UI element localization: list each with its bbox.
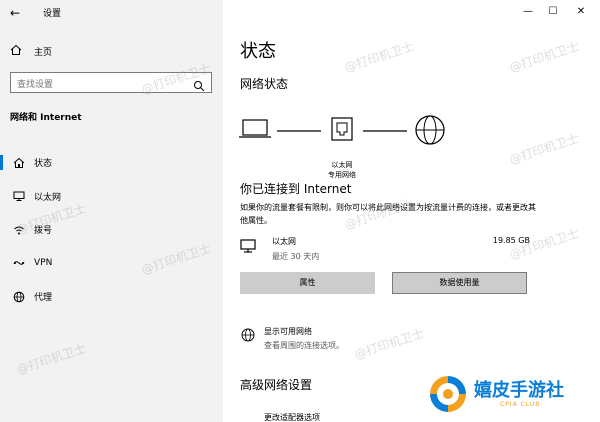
back-arrow-icon[interactable]: ← [10, 6, 20, 20]
globe-icon [415, 115, 445, 145]
sidebar-item-label: 状态 [34, 159, 53, 170]
connected-title: 你已连接到 Internet [240, 182, 352, 196]
network-status-heading: 网络状态 [240, 77, 289, 91]
sidebar: ← 设置 主页 查找设置 网络和 Internet 状态 以太网 拨号 VPN … [0, 0, 223, 422]
sidebar-item-ethernet[interactable]: 以太网 [0, 180, 223, 214]
diagram-caption: 以太网 专用网络 [317, 160, 367, 180]
logo-swirl-icon [430, 376, 466, 412]
watermark: @打印机卫士 [342, 39, 416, 75]
home-icon [10, 44, 24, 59]
connected-description: 如果你的流量套餐有限制，则你可以将此网络设置为按流量计费的连接，或者更改其他属性… [240, 203, 536, 225]
watermark: @打印机卫士 [14, 341, 88, 377]
sidebar-item-vpn[interactable]: VPN [0, 247, 223, 281]
page-title: 状态 [240, 41, 276, 62]
ethernet-port-icon [331, 117, 353, 141]
sidebar-item-label: 以太网 [34, 192, 62, 203]
ethernet-monitor-icon [12, 189, 26, 203]
usage-period: 最近 30 天内 [272, 252, 320, 261]
search-input[interactable]: 查找设置 [10, 72, 212, 93]
globe-icon [12, 290, 26, 304]
sidebar-item-label: 主页 [34, 48, 53, 58]
data-usage-value: 19.85 GB [492, 236, 530, 245]
window-title: 设置 [43, 9, 62, 19]
sidebar-item-label: VPN [34, 258, 53, 269]
maximize-icon[interactable]: ☐ [541, 4, 565, 18]
logo-brand-text: 嬉皮手游社 [474, 380, 564, 401]
laptop-icon [239, 119, 271, 138]
brand-logo: 嬉皮手游社 CPIA CLUB [424, 370, 580, 418]
logo-sub-text: CPIA CLUB [500, 401, 541, 408]
network-globe-icon [240, 327, 256, 343]
available-networks-title: 显示可用网络 [264, 327, 312, 336]
watermark: @打印机卫士 [352, 326, 426, 362]
search-placeholder: 查找设置 [17, 80, 54, 90]
sidebar-item-label: 拨号 [34, 226, 53, 237]
properties-button[interactable]: 属性 [240, 272, 375, 294]
available-networks-desc: 查看周围的连接选项。 [264, 341, 344, 350]
sidebar-item-label: 代理 [34, 293, 53, 304]
data-usage-button[interactable]: 数据使用量 [392, 272, 527, 294]
ethernet-name: 以太网 [272, 237, 296, 246]
home-network-icon [12, 156, 26, 170]
ethernet-usage-row: 以太网 最近 30 天内 19.85 GB [240, 236, 530, 264]
dialup-icon [12, 223, 26, 237]
vpn-icon [12, 256, 26, 270]
sidebar-item-dialup[interactable]: 拨号 [0, 213, 223, 247]
sidebar-item-status[interactable]: 状态 [0, 146, 223, 180]
minimize-icon[interactable]: — [516, 4, 540, 18]
main-panel: — ☐ ✕ 状态 网络状态 以太网 专用网络 你已连接到 Internet 如果… [223, 0, 600, 422]
change-adapter-label: 更改适配器选项 [264, 413, 320, 422]
diagram-caption-line1: 以太网 [331, 161, 353, 169]
ethernet-monitor-icon [240, 238, 256, 254]
advanced-settings-heading: 高级网络设置 [240, 378, 313, 392]
sidebar-item-proxy[interactable]: 代理 [0, 280, 223, 314]
diagram-caption-line2: 专用网络 [328, 171, 356, 179]
section-title: 网络和 Internet [10, 113, 82, 123]
sidebar-nav: 状态 以太网 拨号 VPN 代理 [0, 146, 223, 314]
close-icon[interactable]: ✕ [569, 4, 593, 18]
watermark: @打印机卫士 [507, 131, 581, 167]
sidebar-item-home[interactable]: 主页 [10, 44, 52, 59]
search-icon [193, 77, 205, 92]
watermark: @打印机卫士 [507, 39, 581, 75]
